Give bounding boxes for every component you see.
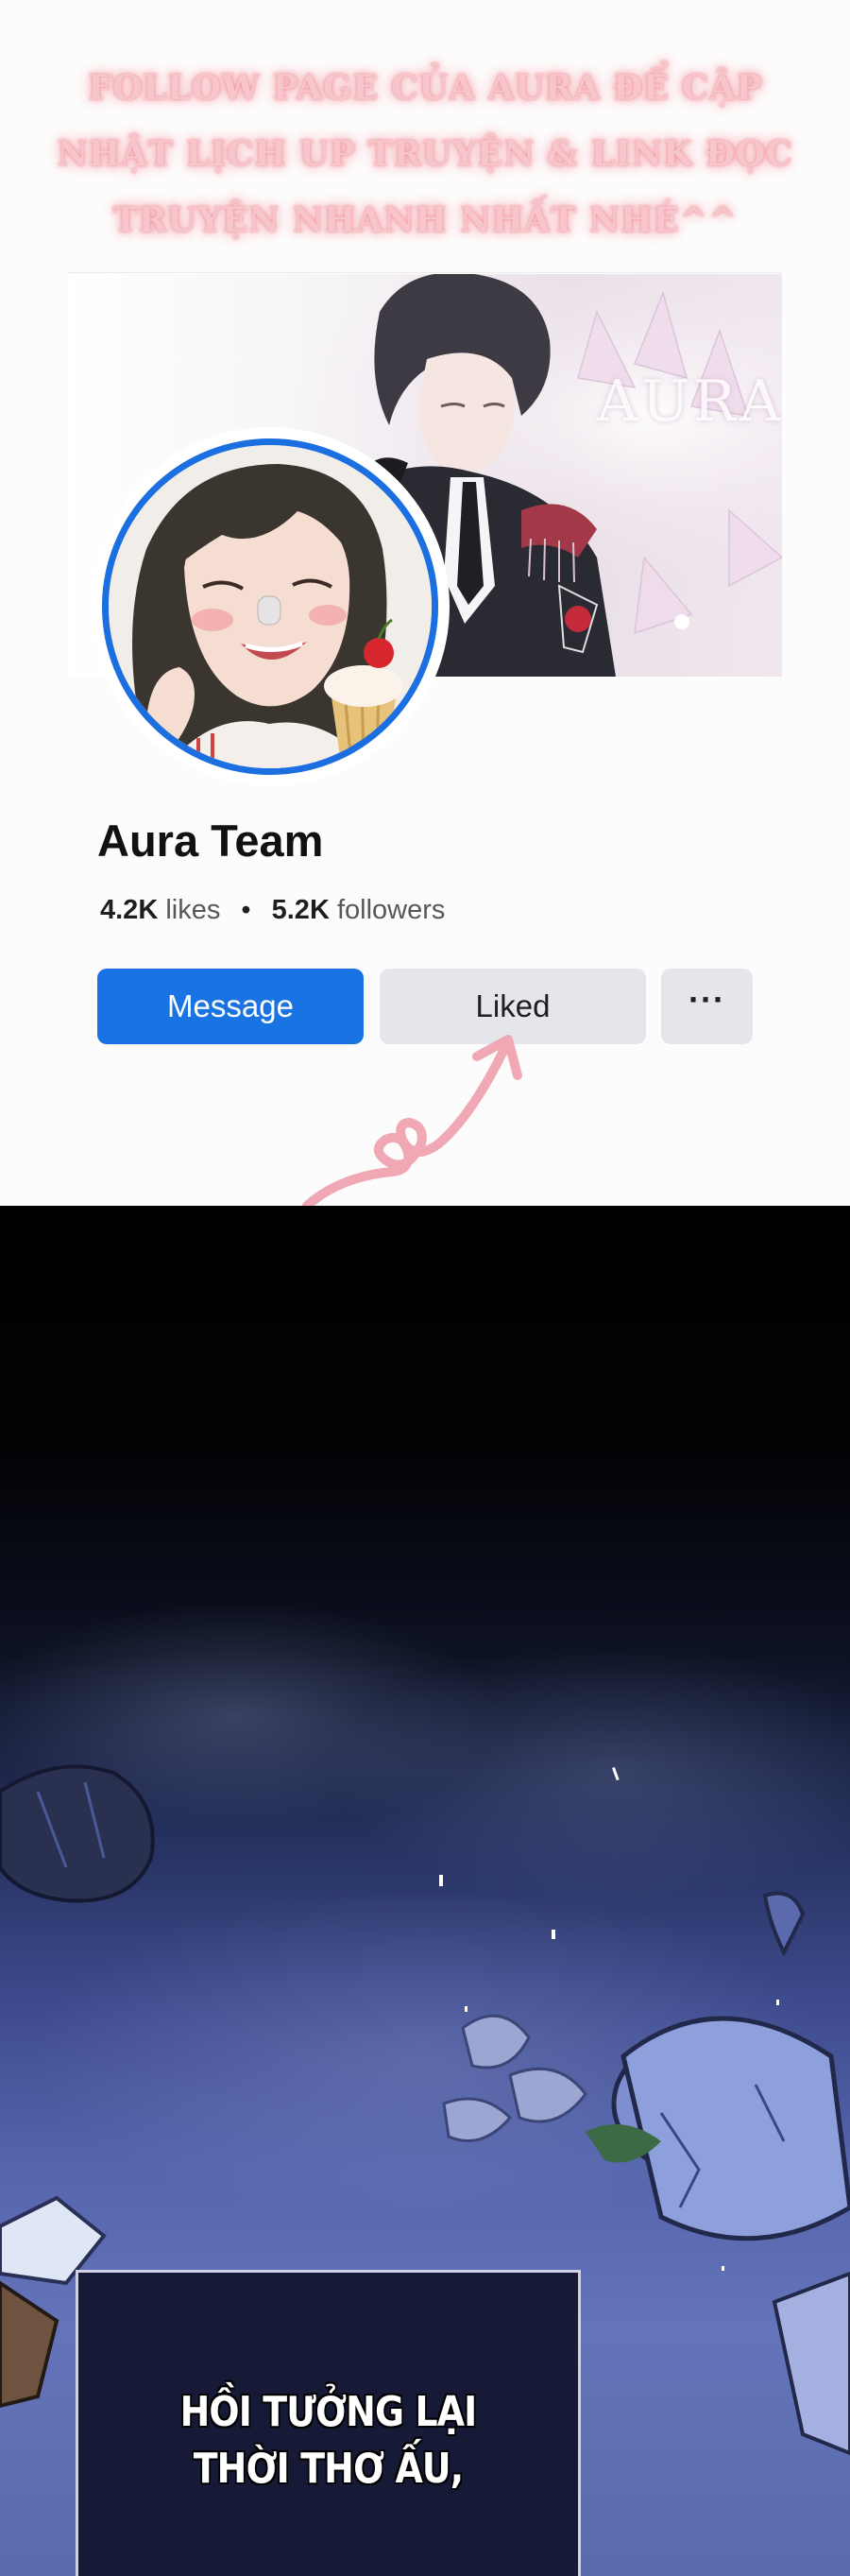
page-stats: 4.2K likes • 5.2K followers: [100, 895, 445, 926]
narration-caption: HỒI TƯỞNG LẠI THỜI THƠ ẤU,: [113, 2384, 543, 2498]
more-dots-icon: ···: [688, 980, 725, 1019]
caption-line: THỜI THƠ ẤU,: [193, 2445, 464, 2493]
followers-count: 5.2K: [271, 895, 330, 925]
likes-count: 4.2K: [100, 895, 159, 925]
avatar-illustration: [109, 445, 432, 768]
followers-label: followers: [336, 895, 446, 925]
comic-panel: HỒI TƯỞNG LẠI THỜI THƠ ẤU,: [0, 1206, 850, 2576]
stats-separator: •: [241, 895, 251, 925]
narration-caption-box: HỒI TƯỞNG LẠI THỜI THƠ ẤU,: [76, 2270, 581, 2576]
promo-heading: FOLLOW PAGE CỦA AURA ĐỂ CẬP NHẬT LỊCH UP…: [57, 55, 793, 253]
more-options-button[interactable]: ···: [661, 969, 753, 1044]
likes-label: likes: [165, 895, 221, 925]
caption-line: HỒI TƯỞNG LẠI: [179, 2388, 478, 2436]
avatar[interactable]: [102, 438, 438, 775]
divider: [68, 272, 782, 273]
arrow-heart-doodle-icon: [302, 1035, 522, 1210]
cover-brand-mark: AURA: [597, 369, 782, 435]
promo-heading-line: TRUYỆN NHANH NHẤT NHÉ^^: [112, 200, 738, 240]
page-name: Aura Team: [97, 816, 324, 866]
promo-heading-line: FOLLOW PAGE CỦA AURA ĐỂ CẬP: [88, 68, 762, 108]
promo-heading-line: NHẬT LỊCH UP TRUYỆN & LINK ĐỌC: [57, 134, 793, 174]
promo-section: FOLLOW PAGE CỦA AURA ĐỂ CẬP NHẬT LỊCH UP…: [0, 0, 850, 1210]
